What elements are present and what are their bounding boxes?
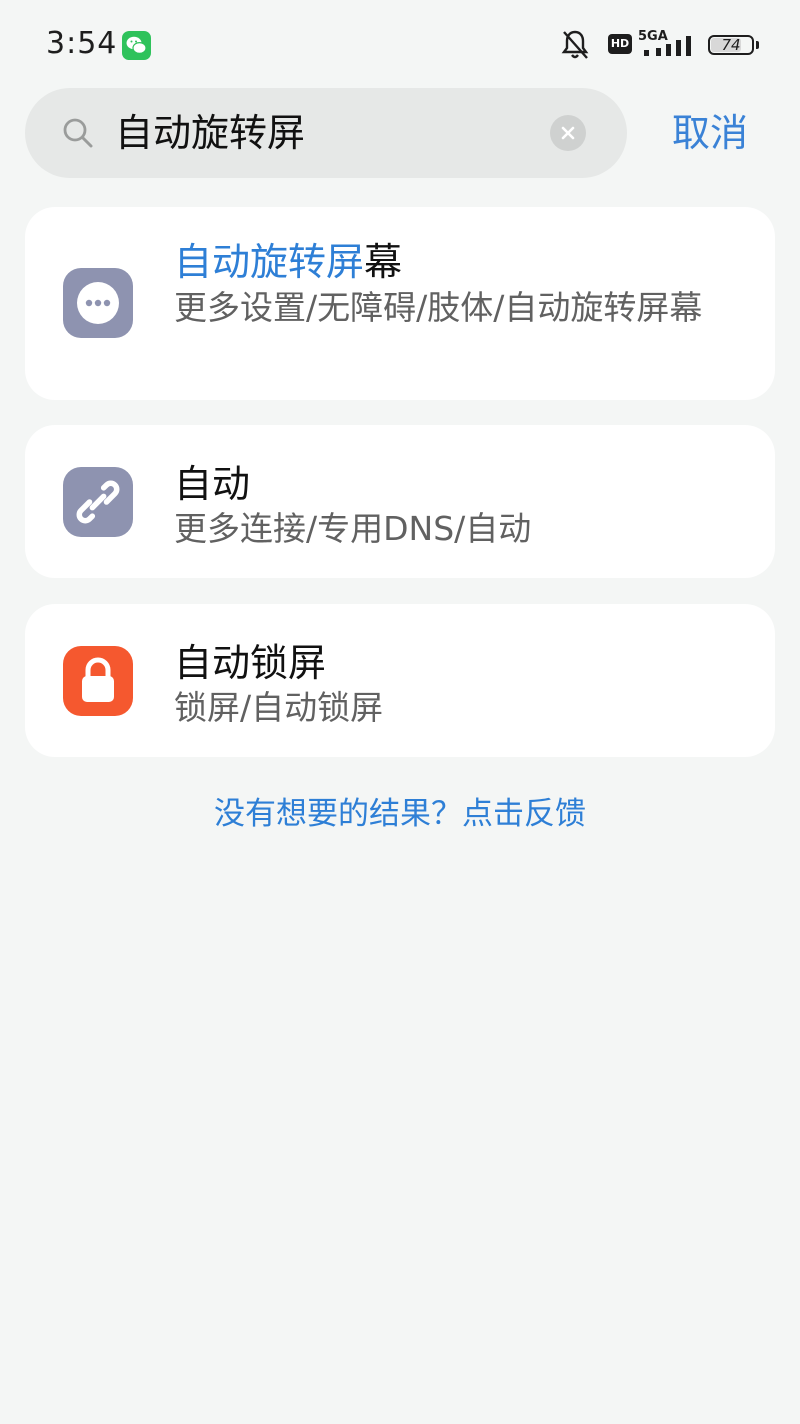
result-item-auto-dns[interactable]: 自动 更多连接/专用DNS/自动: [25, 425, 775, 578]
signal-icon: [644, 36, 691, 56]
hd-badge: HD: [608, 34, 632, 54]
battery-icon: 74: [708, 35, 754, 55]
clear-search-button[interactable]: [550, 115, 586, 151]
result-title-rest: 幕: [364, 240, 403, 284]
battery-text: 74: [721, 36, 741, 54]
link-icon: [63, 467, 133, 537]
cancel-button[interactable]: 取消: [660, 88, 760, 178]
result-subtitle: 更多设置/无障碍/肢体/自动旋转屏幕: [174, 288, 703, 327]
result-title: 自动锁屏: [174, 632, 326, 687]
result-subtitle: 更多连接/专用DNS/自动: [174, 509, 532, 548]
lock-icon: [63, 646, 133, 716]
result-title-rest: 自动: [174, 462, 251, 506]
search-input[interactable]: 自动旋转屏: [115, 88, 535, 178]
result-item-auto-rotate[interactable]: 自动旋转屏幕 更多设置/无障碍/肢体/自动旋转屏幕: [25, 207, 775, 400]
result-title-rest: 自动锁屏: [174, 641, 327, 685]
result-subtitle: 锁屏/自动锁屏: [174, 688, 384, 727]
bell-off-icon: [561, 30, 589, 59]
search-box[interactable]: 自动旋转屏: [25, 88, 627, 178]
result-title: 自动旋转屏幕: [174, 231, 402, 286]
battery-tip: [756, 41, 759, 49]
feedback-link[interactable]: 没有想要的结果？点击反馈: [0, 788, 800, 833]
status-time: 3:54: [46, 26, 118, 61]
result-item-auto-lock[interactable]: 自动锁屏 锁屏/自动锁屏: [25, 604, 775, 757]
wechat-icon: [122, 31, 151, 60]
result-title-highlight: 自动旋转屏: [174, 240, 365, 284]
search-icon: [63, 118, 93, 148]
close-icon: [561, 126, 575, 140]
status-bar: 3:54 HD 5GA 74: [0, 0, 800, 90]
result-title: 自动: [174, 453, 250, 508]
more-dots-icon: [63, 268, 133, 338]
